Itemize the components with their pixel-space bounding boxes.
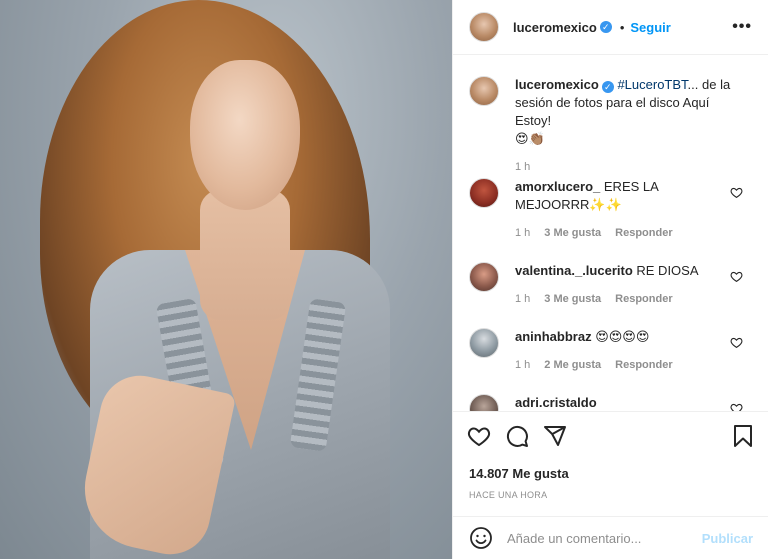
caption-hashtag[interactable]: #LuceroTBT: [617, 77, 687, 92]
like-comment-heart-icon[interactable]: [730, 270, 743, 283]
comment-likes[interactable]: 3 Me gusta: [544, 224, 601, 242]
author-avatar[interactable]: [469, 12, 499, 42]
comment-time[interactable]: 1 h: [515, 224, 530, 242]
follow-button[interactable]: Seguir: [630, 20, 670, 35]
comment-username[interactable]: amorxlucero_: [515, 179, 600, 194]
like-comment-heart-icon[interactable]: [730, 186, 743, 199]
reply-button[interactable]: Responder: [615, 356, 672, 374]
post-photo[interactable]: [0, 0, 452, 559]
comment-likes[interactable]: 2 Me gusta: [544, 356, 601, 374]
emoji-smiley-icon[interactable]: [469, 526, 493, 550]
more-options-icon[interactable]: •••: [732, 18, 752, 36]
comment-item: adri.cristaldo: [469, 394, 753, 411]
share-paper-plane-icon[interactable]: [543, 424, 567, 448]
author-username[interactable]: luceromexico: [513, 20, 597, 35]
caption-time[interactable]: 1 h: [515, 158, 530, 176]
caption-emojis: 😍👏🏽: [515, 131, 545, 146]
post-timestamp[interactable]: HACE UNA HORA: [469, 490, 547, 500]
comment-text: RE DIOSA: [636, 263, 699, 278]
comment-avatar[interactable]: [469, 178, 499, 208]
comment-username[interactable]: aninhabbraz: [515, 329, 592, 344]
comment-input[interactable]: [507, 530, 697, 546]
separator-dot: •: [619, 19, 625, 35]
comment-time[interactable]: 1 h: [515, 356, 530, 374]
like-comment-heart-icon[interactable]: [730, 402, 743, 411]
reply-button[interactable]: Responder: [615, 224, 672, 242]
like-heart-icon[interactable]: [467, 424, 491, 448]
caption: luceromexico ✓ #LuceroTBT... de la sesión…: [469, 76, 753, 176]
comment-username[interactable]: valentina._.lucerito: [515, 263, 633, 278]
photo-face: [190, 60, 300, 210]
comment-avatar[interactable]: [469, 328, 499, 358]
comment-bubble-icon[interactable]: [505, 424, 529, 448]
comment-username[interactable]: adri.cristaldo: [515, 395, 597, 410]
likes-count[interactable]: 14.807 Me gusta: [469, 466, 569, 481]
verified-badge-icon: ✓: [601, 81, 614, 93]
comment-avatar[interactable]: [469, 394, 499, 411]
verified-badge-icon: ✓: [599, 21, 612, 33]
bookmark-icon[interactable]: [731, 424, 755, 448]
comments-list[interactable]: luceromexico ✓ #LuceroTBT... de la sesión…: [453, 56, 768, 411]
post-actions: 14.807 Me gusta HACE UNA HORA: [453, 411, 768, 515]
comment-item: amorxlucero_ ERES LA MEJOORRR✨✨ 1 h 3 Me…: [469, 178, 753, 242]
comment-avatar[interactable]: [469, 262, 499, 292]
publish-button[interactable]: Publicar: [702, 531, 753, 546]
comment-item: aninhabbraz 😍😍😍😍 1 h 2 Me gusta Responde…: [469, 328, 753, 374]
comment-composer: Publicar: [453, 516, 768, 559]
reply-button[interactable]: Responder: [615, 290, 672, 308]
comment-item: valentina._.lucerito RE DIOSA 1 h 3 Me g…: [469, 262, 753, 308]
caption-username[interactable]: luceromexico: [515, 77, 599, 92]
comment-time[interactable]: 1 h: [515, 290, 530, 308]
caption-avatar[interactable]: [469, 76, 499, 106]
comment-likes[interactable]: 3 Me gusta: [544, 290, 601, 308]
like-comment-heart-icon[interactable]: [730, 336, 743, 349]
post-header: luceromexico ✓ • Seguir •••: [453, 0, 768, 55]
post-sidebar: luceromexico ✓ • Seguir ••• luceromexico…: [452, 0, 768, 559]
comment-text: 😍😍😍😍: [595, 329, 650, 344]
